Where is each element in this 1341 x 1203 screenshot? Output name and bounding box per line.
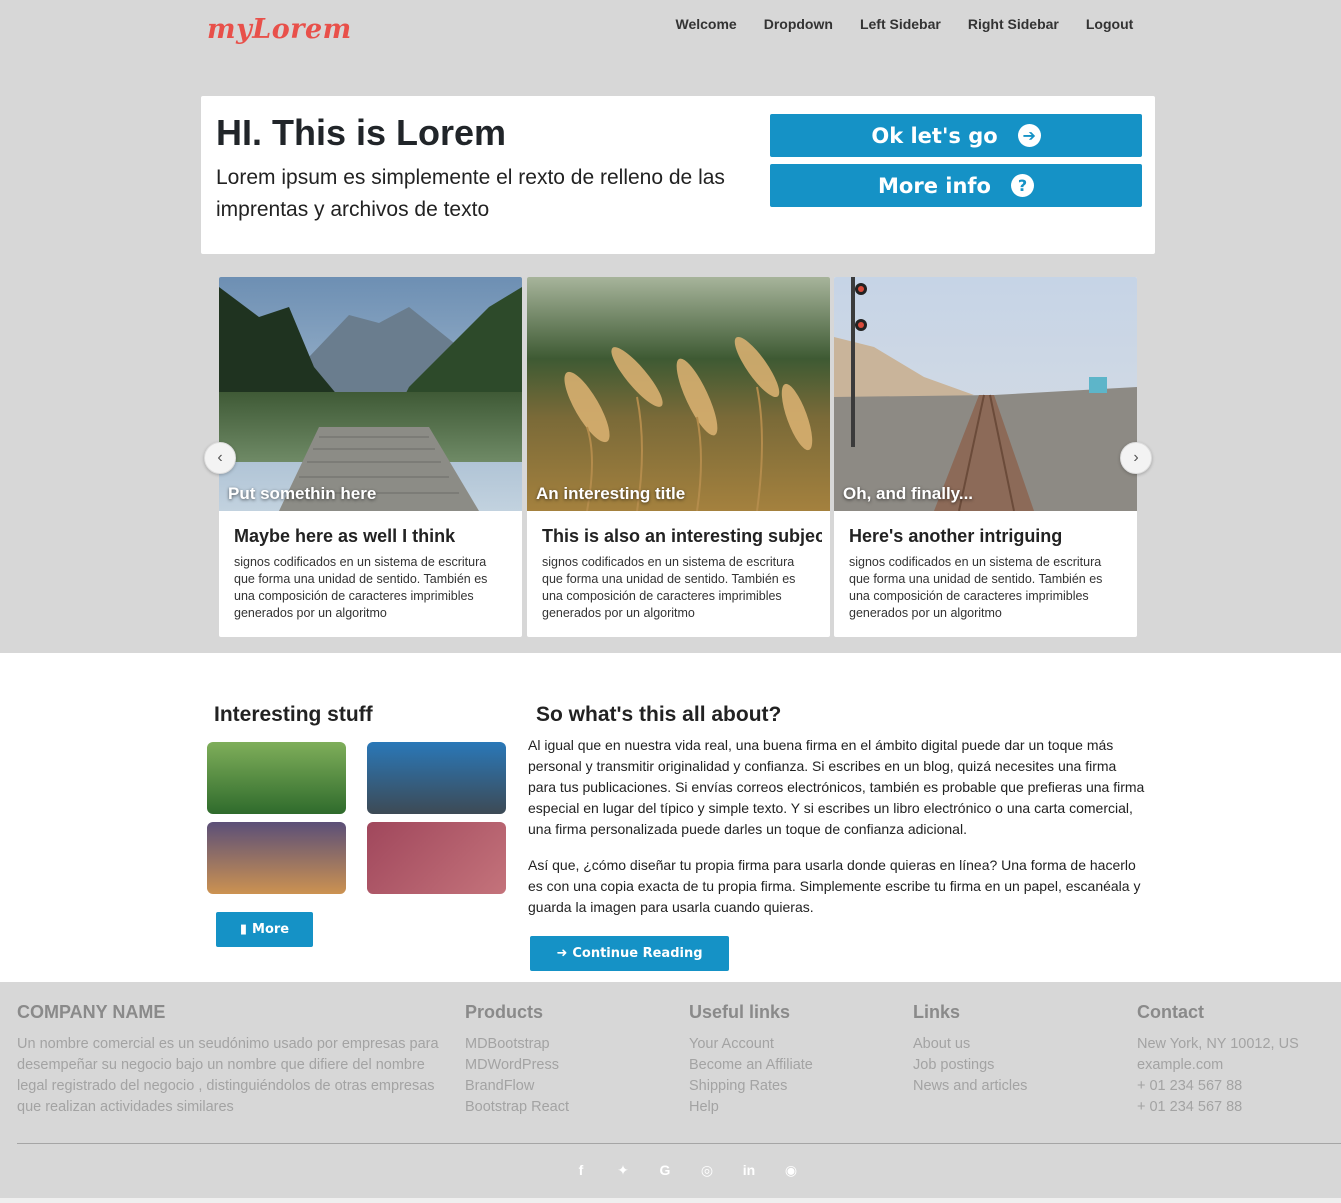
card-text: signos codificados en un sistema de escr… — [234, 555, 488, 620]
contact-phone: + 01 234 567 88 — [1137, 1099, 1243, 1115]
footer-link[interactable]: Job postings — [913, 1055, 1027, 1076]
card-title: This is also an interesting subject — [542, 526, 822, 546]
footer-useful-title: Useful links — [689, 1002, 791, 1022]
about-title: So what's this all about? — [536, 703, 782, 726]
footer-company-text: Un nombre comercial es un seudónimo usad… — [17, 1036, 439, 1115]
footer-link[interactable]: News and articles — [913, 1076, 1027, 1097]
footer-link[interactable]: Shipping Rates — [689, 1076, 813, 1097]
footer-link[interactable]: Help — [689, 1097, 813, 1118]
nav-welcome[interactable]: Welcome — [662, 16, 750, 32]
contact-website[interactable]: example.com — [1137, 1055, 1299, 1076]
tile-blue[interactable] — [367, 742, 506, 814]
page-bottom-bar — [0, 1198, 1341, 1203]
image-carousel: Put somethin here Maybe here as well I t… — [219, 277, 1138, 637]
footer-company-title: COMPANY NAME — [17, 1002, 166, 1022]
nav-right-sidebar[interactable]: Right Sidebar — [954, 16, 1072, 32]
tile-purple-orange[interactable] — [207, 822, 346, 894]
nav-dropdown[interactable]: Dropdown — [750, 16, 846, 32]
footer-link[interactable]: Bootstrap React — [465, 1097, 569, 1118]
footer-link[interactable]: MDWordPress — [465, 1055, 569, 1076]
footer-link[interactable]: Your Account — [689, 1034, 813, 1055]
nav-left-sidebar[interactable]: Left Sidebar — [846, 16, 954, 32]
footer-link[interactable]: About us — [913, 1034, 1027, 1055]
linkedin-icon[interactable]: in — [728, 1162, 770, 1179]
hero-title: HI. This is Lorem — [216, 112, 507, 153]
footer-products-title: Products — [465, 1002, 544, 1022]
instagram-icon[interactable]: ◎ — [686, 1162, 728, 1179]
chevron-left-icon: ‹ — [217, 449, 223, 466]
footer: COMPANY NAME Un nombre comercial es un s… — [0, 982, 1341, 1203]
more-info-label: More info — [878, 173, 991, 198]
main-nav: Welcome Dropdown Left Sidebar Right Side… — [662, 16, 1147, 32]
interesting-title: Interesting stuff — [214, 703, 373, 726]
carousel-card[interactable]: Oh, and finally... Here's another intrig… — [834, 277, 1137, 637]
nav-logout[interactable]: Logout — [1072, 16, 1146, 32]
footer-contact: Contact New York, NY 10012, US example.c… — [1137, 1002, 1299, 1118]
footer-contact-title: Contact — [1137, 1002, 1204, 1022]
footer-company: COMPANY NAME Un nombre comercial es un s… — [17, 1002, 442, 1118]
railway-image — [834, 277, 1137, 511]
card-caption: Put somethin here — [228, 484, 377, 503]
footer-links: Links About us Job postings News and art… — [913, 1002, 1027, 1097]
card-title: Maybe here as well I think — [234, 526, 456, 546]
arrow-circle-right-icon: ➜ — [556, 946, 568, 961]
carousel-prev-button[interactable]: ‹ — [204, 442, 236, 474]
continue-reading-button[interactable]: ➜ Continue Reading — [530, 936, 729, 971]
carousel-next-button[interactable]: › — [1120, 442, 1152, 474]
arrow-circle-right-icon: ➔ — [1017, 124, 1041, 147]
ok-lets-go-button[interactable]: Ok let's go ➔ — [770, 114, 1142, 157]
footer-link[interactable]: Become an Affiliate — [689, 1055, 813, 1076]
footer-useful-links: Useful links Your Account Become an Affi… — [689, 1002, 813, 1118]
more-label: More — [252, 922, 290, 937]
card-caption: Oh, and finally... — [843, 484, 974, 503]
hero-subtitle: Lorem ipsum es simplemente el rexto de r… — [216, 166, 725, 221]
more-button[interactable]: ▮ More — [216, 912, 313, 947]
about-paragraph-1: Al igual que en nuestra vida real, una b… — [528, 737, 1145, 837]
social-links: f ✦ G ◎ in ◉ — [560, 1162, 812, 1179]
card-caption: An interesting title — [536, 484, 686, 503]
continue-reading-label: Continue Reading — [572, 946, 703, 961]
carousel-card[interactable]: Put somethin here Maybe here as well I t… — [219, 277, 522, 637]
about-paragraph-2: Así que, ¿cómo diseñar tu propia firma p… — [528, 857, 1141, 915]
facebook-icon[interactable]: f — [560, 1162, 602, 1179]
chevron-right-icon: › — [1133, 449, 1139, 466]
card-text: signos codificados en un sistema de escr… — [849, 555, 1103, 620]
wheat-field-image — [527, 277, 830, 511]
footer-link[interactable]: MDBootstrap — [465, 1034, 569, 1055]
contact-phone: + 01 234 567 88 — [1137, 1078, 1243, 1094]
card-title: Here's another intriguing — [849, 526, 1063, 546]
tile-green[interactable] — [207, 742, 346, 814]
card-text: signos codificados en un sistema de escr… — [542, 555, 796, 620]
file-icon: ▮ — [239, 922, 248, 937]
contact-address: New York, NY 10012, US — [1137, 1036, 1299, 1052]
question-circle-icon: ? — [1010, 174, 1034, 197]
footer-links-title: Links — [913, 1002, 961, 1022]
hero-panel: HI. This is Lorem Lorem ipsum es simplem… — [201, 96, 1155, 254]
twitter-icon[interactable]: ✦ — [602, 1162, 644, 1179]
footer-products: Products MDBootstrap MDWordPress BrandFl… — [465, 1002, 569, 1118]
github-icon[interactable]: ◉ — [770, 1162, 812, 1179]
tile-rose[interactable] — [367, 822, 506, 894]
google-icon[interactable]: G — [644, 1162, 686, 1179]
carousel-card[interactable]: An interesting title This is also an int… — [527, 277, 830, 637]
lake-dock-image — [219, 277, 522, 511]
ok-lets-go-label: Ok let's go — [871, 123, 998, 148]
more-info-button[interactable]: More info ? — [770, 164, 1142, 207]
footer-divider — [17, 1143, 1341, 1144]
footer-link[interactable]: BrandFlow — [465, 1076, 569, 1097]
logo[interactable]: myLorem — [207, 14, 352, 45]
